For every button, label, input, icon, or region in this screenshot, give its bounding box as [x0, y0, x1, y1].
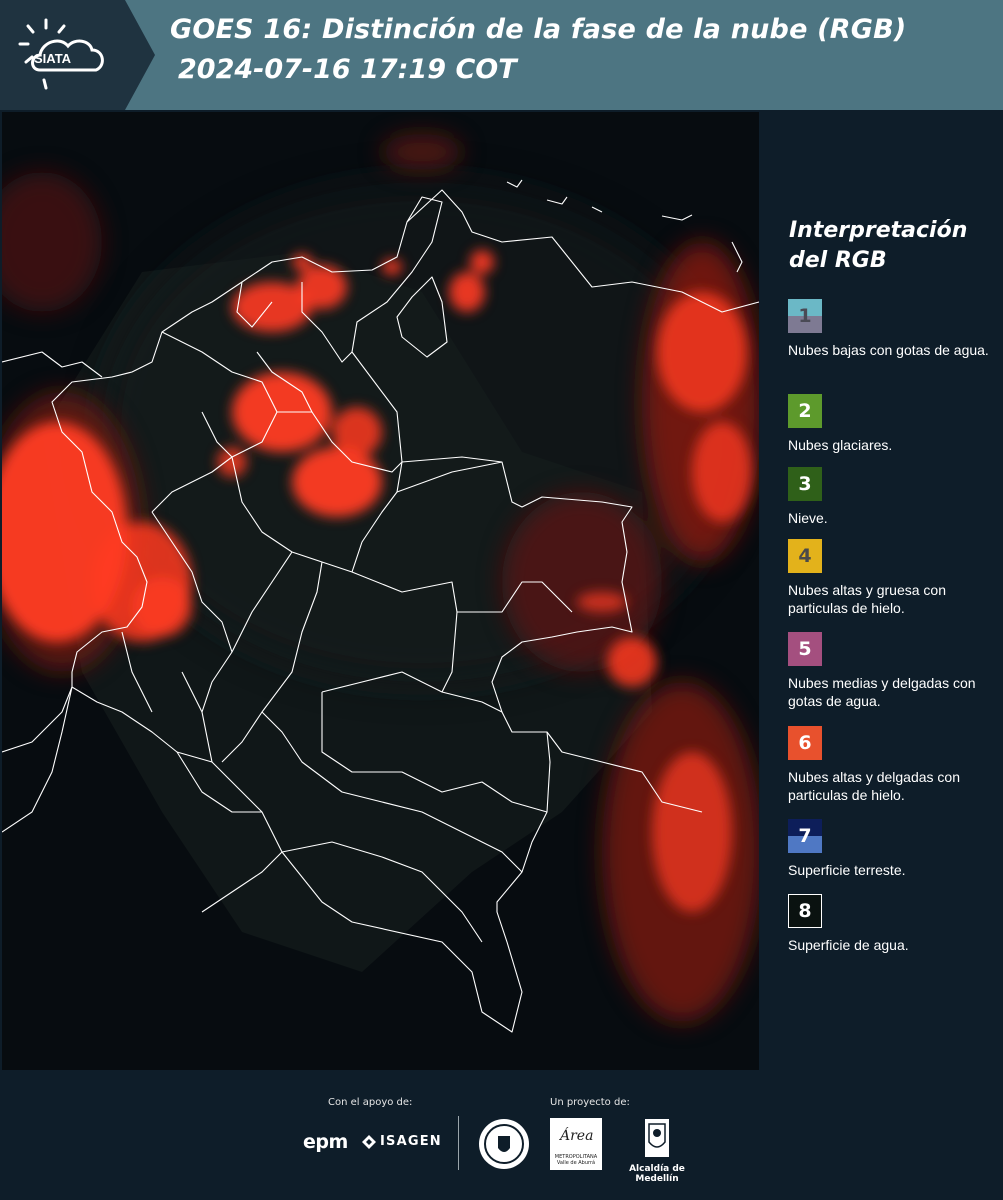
- alcaldia-label: Alcaldía de Medellín: [629, 1164, 685, 1184]
- legend-number-3: 3: [798, 473, 812, 495]
- legend-swatch-8: 8: [788, 894, 822, 928]
- page-subtitle-timestamp: 2024-07-16 17:19 COT: [178, 54, 517, 85]
- project-label: Un proyecto de:: [550, 1097, 630, 1108]
- medellin-seal-icon: [479, 1119, 529, 1169]
- legend-swatch-6: 6: [788, 726, 822, 760]
- legend-item-1: 1 Nubes bajas con gotas de agua.: [788, 299, 1003, 359]
- legend-label-8: Superficie de agua.: [788, 937, 909, 953]
- siata-logo: SIATA: [0, 0, 155, 110]
- area-metropolitana-logo: Área METROPOLITANA Valle de Aburrá: [550, 1118, 602, 1170]
- legend-title: Interpretación del RGB: [789, 218, 968, 273]
- legend-swatch-3: 3: [788, 467, 822, 501]
- legend-label-5: Nubes medias y delgadas con gotas de agu…: [788, 675, 976, 709]
- epm-logo: epm: [303, 1131, 348, 1153]
- legend-number-6: 6: [798, 732, 812, 754]
- logo-text: SIATA: [34, 51, 72, 66]
- footer: Con el apoyo de: Un proyecto de: epm ISA…: [0, 1070, 1003, 1200]
- legend-item-2: 2 Nubes glaciares.: [788, 394, 1003, 454]
- legend-label-3: Nieve.: [788, 510, 828, 526]
- legend-item-3: 3 Nieve.: [788, 467, 1003, 527]
- legend-number-8: 8: [798, 900, 812, 922]
- legend-swatch-2: 2: [788, 394, 822, 428]
- support-label: Con el apoyo de:: [328, 1097, 413, 1108]
- legend-swatch-1: 1: [788, 299, 822, 333]
- legend-number-2: 2: [798, 400, 812, 422]
- alcaldia-logo: Alcaldía de Medellín: [612, 1118, 702, 1184]
- isagen-text: ISAGEN: [380, 1134, 442, 1149]
- page-title: GOES 16: Distinción de la fase de la nub…: [170, 14, 907, 45]
- legend-item-6: 6 Nubes altas y delgadas con particulas …: [788, 726, 1003, 804]
- legend-number-5: 5: [798, 638, 812, 660]
- legend-swatch-4: 4: [788, 539, 822, 573]
- area-name: Área: [560, 1128, 594, 1144]
- legend-item-4: 4 Nubes altas y gruesa con particulas de…: [788, 539, 1003, 617]
- legend-number-7: 7: [798, 825, 812, 847]
- legend-number-1: 1: [798, 305, 812, 327]
- area-subtitle: METROPOLITANA Valle de Aburrá: [554, 1154, 598, 1166]
- legend-label-7: Superficie terreste.: [788, 862, 906, 878]
- legend-number-4: 4: [798, 545, 812, 567]
- legend-item-8: 8 Superficie de agua.: [788, 894, 1003, 954]
- legend-item-5: 5 Nubes medias y delgadas con gotas de a…: [788, 632, 1003, 710]
- legend-item-7: 7 Superficie terreste.: [788, 819, 1003, 879]
- satellite-map[interactable]: [2, 112, 759, 1070]
- legend-label-2: Nubes glaciares.: [788, 437, 893, 453]
- legend-panel: Interpretación del RGB 1 Nubes bajas con…: [760, 112, 1003, 1070]
- legend-swatch-7: 7: [788, 819, 822, 853]
- header-bar: SIATA GOES 16: Distinción de la fase de …: [0, 0, 1003, 110]
- legend-label-6: Nubes altas y delgadas con particulas de…: [788, 769, 960, 803]
- legend-swatch-5: 5: [788, 632, 822, 666]
- legend-label-4: Nubes altas y gruesa con particulas de h…: [788, 582, 946, 616]
- isagen-logo: ISAGEN: [362, 1134, 442, 1149]
- alcaldia-shield-icon: [645, 1119, 669, 1157]
- isagen-mark-icon: [362, 1134, 376, 1149]
- footer-divider: [458, 1116, 459, 1170]
- legend-label-1: Nubes bajas con gotas de agua.: [788, 342, 989, 358]
